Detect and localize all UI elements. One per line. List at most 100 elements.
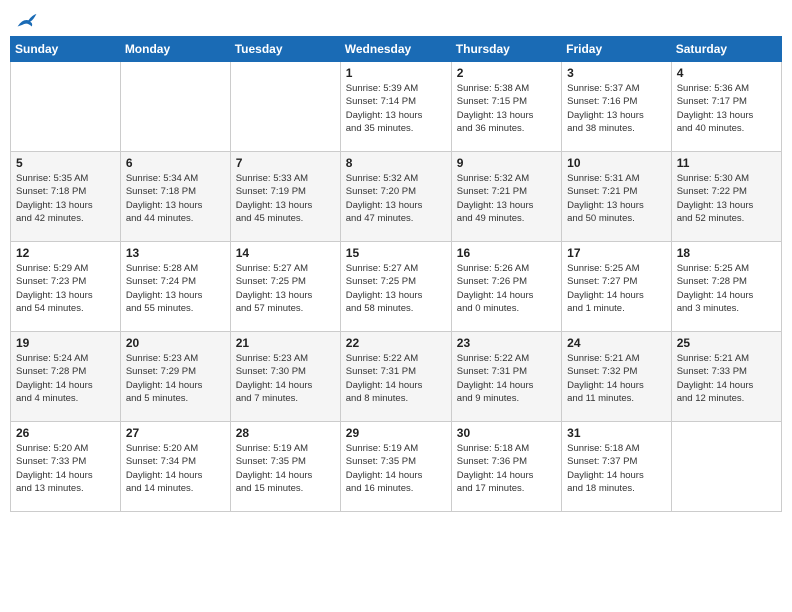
calendar-cell: 3 Sunrise: 5:37 AM Sunset: 7:16 PM Daylig… — [562, 62, 672, 152]
calendar-cell: 13 Sunrise: 5:28 AM Sunset: 7:24 PM Dayli… — [120, 242, 230, 332]
calendar-weekday-sunday: Sunday — [11, 37, 121, 62]
day-info: Sunrise: 5:39 AM Sunset: 7:14 PM Dayligh… — [346, 82, 446, 135]
day-number: 12 — [16, 246, 115, 260]
calendar-weekday-thursday: Thursday — [451, 37, 561, 62]
calendar-cell: 15Sunrise: 5:27 AM Sunset: 7:25 PM Dayli… — [340, 242, 451, 332]
logo-bird-icon — [16, 10, 38, 32]
day-number: 9 — [457, 156, 556, 170]
calendar-cell: 23 Sunrise: 5:22 AM Sunset: 7:31 PM Dayli… — [451, 332, 561, 422]
day-info: Sunrise: 5:22 AM Sunset: 7:31 PM Dayligh… — [457, 352, 556, 405]
calendar-table: SundayMondayTuesdayWednesdayThursdayFrid… — [10, 36, 782, 512]
day-info: Sunrise: 5:37 AM Sunset: 7:16 PM Dayligh… — [567, 82, 666, 135]
calendar-cell: 14 Sunrise: 5:27 AM Sunset: 7:25 PM Dayli… — [230, 242, 340, 332]
calendar-weekday-saturday: Saturday — [671, 37, 781, 62]
calendar-week-row: 1 Sunrise: 5:39 AM Sunset: 7:14 PM Daylig… — [11, 62, 782, 152]
day-number: 19 — [16, 336, 115, 350]
calendar-cell — [11, 62, 121, 152]
day-info: Sunrise: 5:21 AM Sunset: 7:32 PM Dayligh… — [567, 352, 666, 405]
day-info: Sunrise: 5:28 AM Sunset: 7:24 PM Dayligh… — [126, 262, 225, 315]
calendar-cell: 12 Sunrise: 5:29 AM Sunset: 7:23 PM Dayli… — [11, 242, 121, 332]
page-header — [10, 10, 782, 28]
day-number: 13 — [126, 246, 225, 260]
day-number: 6 — [126, 156, 225, 170]
day-info: Sunrise: 5:23 AM Sunset: 7:29 PM Dayligh… — [126, 352, 225, 405]
day-number: 27 — [126, 426, 225, 440]
calendar-cell: 6 Sunrise: 5:34 AM Sunset: 7:18 PM Daylig… — [120, 152, 230, 242]
day-info: Sunrise: 5:27 AM Sunset: 7:25 PM Dayligh… — [236, 262, 335, 315]
day-number: 26 — [16, 426, 115, 440]
day-info: Sunrise: 5:25 AM Sunset: 7:28 PM Dayligh… — [677, 262, 776, 315]
day-number: 4 — [677, 66, 776, 80]
day-info: Sunrise: 5:30 AM Sunset: 7:22 PM Dayligh… — [677, 172, 776, 225]
calendar-cell: 31 Sunrise: 5:18 AM Sunset: 7:37 PM Dayli… — [562, 422, 672, 512]
day-number: 17 — [567, 246, 666, 260]
calendar-cell: 5Sunrise: 5:35 AM Sunset: 7:18 PM Daylig… — [11, 152, 121, 242]
calendar-weekday-monday: Monday — [120, 37, 230, 62]
day-info: Sunrise: 5:18 AM Sunset: 7:36 PM Dayligh… — [457, 442, 556, 495]
calendar-cell: 19 Sunrise: 5:24 AM Sunset: 7:28 PM Dayli… — [11, 332, 121, 422]
day-info: Sunrise: 5:20 AM Sunset: 7:34 PM Dayligh… — [126, 442, 225, 495]
day-number: 22 — [346, 336, 446, 350]
calendar-cell: 21 Sunrise: 5:23 AM Sunset: 7:30 PM Dayli… — [230, 332, 340, 422]
day-number: 29 — [346, 426, 446, 440]
day-info: Sunrise: 5:18 AM Sunset: 7:37 PM Dayligh… — [567, 442, 666, 495]
calendar-cell: 27 Sunrise: 5:20 AM Sunset: 7:34 PM Dayli… — [120, 422, 230, 512]
day-number: 3 — [567, 66, 666, 80]
calendar-cell: 7Sunrise: 5:33 AM Sunset: 7:19 PM Daylig… — [230, 152, 340, 242]
day-number: 10 — [567, 156, 666, 170]
calendar-cell: 28 Sunrise: 5:19 AM Sunset: 7:35 PM Dayli… — [230, 422, 340, 512]
day-number: 23 — [457, 336, 556, 350]
day-info: Sunrise: 5:32 AM Sunset: 7:20 PM Dayligh… — [346, 172, 446, 225]
calendar-cell: 17 Sunrise: 5:25 AM Sunset: 7:27 PM Dayli… — [562, 242, 672, 332]
day-number: 11 — [677, 156, 776, 170]
logo — [14, 10, 38, 28]
calendar-cell: 18 Sunrise: 5:25 AM Sunset: 7:28 PM Dayli… — [671, 242, 781, 332]
day-number: 30 — [457, 426, 556, 440]
calendar-cell: 10 Sunrise: 5:31 AM Sunset: 7:21 PM Dayli… — [562, 152, 672, 242]
calendar-cell — [120, 62, 230, 152]
day-info: Sunrise: 5:24 AM Sunset: 7:28 PM Dayligh… — [16, 352, 115, 405]
day-info: Sunrise: 5:19 AM Sunset: 7:35 PM Dayligh… — [236, 442, 335, 495]
day-number: 24 — [567, 336, 666, 350]
calendar-cell: 30 Sunrise: 5:18 AM Sunset: 7:36 PM Dayli… — [451, 422, 561, 512]
calendar-week-row: 19 Sunrise: 5:24 AM Sunset: 7:28 PM Dayli… — [11, 332, 782, 422]
day-info: Sunrise: 5:31 AM Sunset: 7:21 PM Dayligh… — [567, 172, 666, 225]
calendar-weekday-friday: Friday — [562, 37, 672, 62]
day-number: 21 — [236, 336, 335, 350]
calendar-week-row: 12 Sunrise: 5:29 AM Sunset: 7:23 PM Dayli… — [11, 242, 782, 332]
day-number: 16 — [457, 246, 556, 260]
calendar-cell: 25Sunrise: 5:21 AM Sunset: 7:33 PM Dayli… — [671, 332, 781, 422]
calendar-cell — [671, 422, 781, 512]
day-number: 1 — [346, 66, 446, 80]
calendar-cell: 20 Sunrise: 5:23 AM Sunset: 7:29 PM Dayli… — [120, 332, 230, 422]
day-info: Sunrise: 5:23 AM Sunset: 7:30 PM Dayligh… — [236, 352, 335, 405]
day-number: 31 — [567, 426, 666, 440]
day-number: 28 — [236, 426, 335, 440]
day-number: 18 — [677, 246, 776, 260]
day-number: 8 — [346, 156, 446, 170]
day-info: Sunrise: 5:36 AM Sunset: 7:17 PM Dayligh… — [677, 82, 776, 135]
calendar-header-row: SundayMondayTuesdayWednesdayThursdayFrid… — [11, 37, 782, 62]
day-info: Sunrise: 5:34 AM Sunset: 7:18 PM Dayligh… — [126, 172, 225, 225]
day-number: 14 — [236, 246, 335, 260]
day-info: Sunrise: 5:19 AM Sunset: 7:35 PM Dayligh… — [346, 442, 446, 495]
calendar-week-row: 26Sunrise: 5:20 AM Sunset: 7:33 PM Dayli… — [11, 422, 782, 512]
calendar-cell — [230, 62, 340, 152]
day-info: Sunrise: 5:26 AM Sunset: 7:26 PM Dayligh… — [457, 262, 556, 315]
calendar-weekday-wednesday: Wednesday — [340, 37, 451, 62]
day-number: 5 — [16, 156, 115, 170]
day-info: Sunrise: 5:29 AM Sunset: 7:23 PM Dayligh… — [16, 262, 115, 315]
calendar-week-row: 5Sunrise: 5:35 AM Sunset: 7:18 PM Daylig… — [11, 152, 782, 242]
day-number: 20 — [126, 336, 225, 350]
calendar-cell: 16 Sunrise: 5:26 AM Sunset: 7:26 PM Dayli… — [451, 242, 561, 332]
day-info: Sunrise: 5:33 AM Sunset: 7:19 PM Dayligh… — [236, 172, 335, 225]
day-info: Sunrise: 5:22 AM Sunset: 7:31 PM Dayligh… — [346, 352, 446, 405]
calendar-cell: 8 Sunrise: 5:32 AM Sunset: 7:20 PM Daylig… — [340, 152, 451, 242]
day-number: 2 — [457, 66, 556, 80]
calendar-cell: 1 Sunrise: 5:39 AM Sunset: 7:14 PM Daylig… — [340, 62, 451, 152]
calendar-cell: 11 Sunrise: 5:30 AM Sunset: 7:22 PM Dayli… — [671, 152, 781, 242]
calendar-cell: 9Sunrise: 5:32 AM Sunset: 7:21 PM Daylig… — [451, 152, 561, 242]
calendar-cell: 4 Sunrise: 5:36 AM Sunset: 7:17 PM Daylig… — [671, 62, 781, 152]
day-info: Sunrise: 5:25 AM Sunset: 7:27 PM Dayligh… — [567, 262, 666, 315]
day-number: 25 — [677, 336, 776, 350]
